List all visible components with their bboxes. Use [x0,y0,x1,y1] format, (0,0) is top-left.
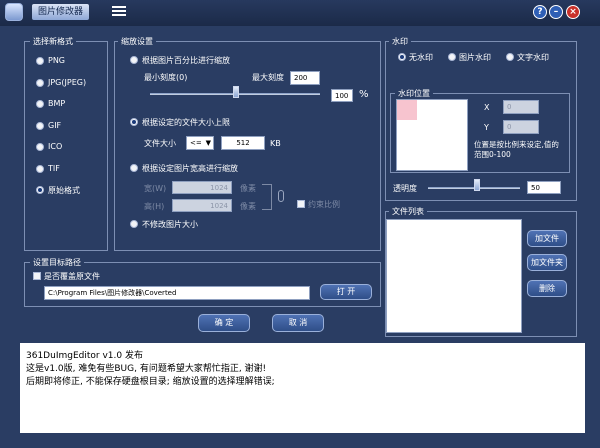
scale-percent-label: 根据图片百分比进行缩放 [142,56,230,65]
window-title: 图片修改器 [32,4,90,20]
filesize-input[interactable]: 512 [221,136,265,150]
scale-section-title: 缩放设置 [118,36,156,47]
format-option-label: GIF [48,120,62,130]
transparency-label: 透明度 [393,184,417,193]
filelist-section-title: 文件列表 [389,206,427,217]
filesize-label: 文件大小 [144,139,176,148]
transparency-slider-thumb[interactable] [474,179,480,191]
open-button[interactable]: 打 开 [320,284,372,300]
close-icon[interactable]: × [566,5,580,19]
target-path-input[interactable]: C:\Program Files\图片修改器\Coverted [44,286,310,300]
max-scale-input[interactable]: 200 [290,71,320,85]
log-line: 361DuImgEditor v1.0 发布 [26,351,143,361]
menu-icon[interactable] [112,6,126,18]
watermark-radio[interactable] [448,53,456,61]
percent-input[interactable]: 100 [331,89,353,102]
height-label: 高(H) [144,202,165,211]
wm-y-input[interactable]: 0 [503,120,539,134]
filesize-unit: KB [270,139,281,148]
min-scale-label: 最小刻度(0) [144,73,188,82]
format-radio[interactable] [36,57,44,65]
format-option-label: ICO [48,142,63,151]
add-folder-button[interactable]: 加文件夹 [527,254,567,271]
ok-button[interactable]: 确 定 [198,314,250,332]
watermark-option-label: 无水印 [409,53,433,62]
scale-size-radio[interactable] [130,118,138,126]
minimize-icon[interactable]: – [549,5,563,19]
width-label: 宽(W) [144,184,167,193]
wm-position-title: 水印位置 [395,88,433,99]
format-option-label: 原始格式 [48,186,80,195]
link-icon [278,190,284,202]
wm-position-marker [397,100,417,120]
wm-y-label: Y [484,123,489,132]
keep-ratio-checkbox[interactable] [297,200,305,208]
width-unit: 像素 [240,184,256,193]
watermark-radio[interactable] [506,53,514,61]
watermark-radio[interactable] [398,53,406,61]
title-bar [0,0,600,26]
file-list[interactable] [386,219,522,333]
wm-position-note: 位置是按比例来设定,值的范围0-100 [474,140,559,159]
max-scale-label: 最大刻度 [252,73,284,82]
keep-ratio-label: 约束比例 [308,200,340,209]
format-radio[interactable] [36,186,44,194]
format-option-label: PNG [48,56,66,65]
format-radio[interactable] [36,78,44,87]
app-icon [5,3,23,21]
delete-button[interactable]: 删除 [527,280,567,297]
overwrite-checkbox[interactable] [33,272,41,280]
format-radio[interactable] [36,164,44,173]
help-icon[interactable]: ? [533,5,547,19]
filesize-operator-value: <= [190,139,202,147]
format-radio[interactable] [36,143,44,151]
scale-none-label: 不修改图片大小 [142,220,198,229]
format-option-label: BMP [48,99,66,108]
overwrite-label: 是否覆盖原文件 [44,272,100,281]
scale-none-radio[interactable] [130,220,138,228]
format-option-label: JPG(JPEG) [48,77,87,87]
log-line: 这是v1.0版, 难免有些BUG, 有问题希望大家帮忙指正, 谢谢! [26,364,267,374]
wm-x-input[interactable]: 0 [503,100,539,114]
watermark-section-title: 水印 [389,36,411,47]
wm-x-label: X [484,103,490,112]
transparency-input[interactable]: 50 [527,181,561,194]
width-input[interactable]: 1024 [172,181,232,194]
add-file-button[interactable]: 加文件 [527,230,567,247]
ratio-bracket [262,184,272,210]
scale-wh-label: 根据设定图片宽高进行缩放 [142,164,238,173]
scale-wh-radio[interactable] [130,164,138,172]
log-panel: 361DuImgEditor v1.0 发布 这是v1.0版, 难免有些BUG,… [20,343,585,433]
format-radio[interactable] [36,100,44,108]
scale-slider-thumb[interactable] [233,86,239,98]
target-section-title: 设置目标路径 [30,257,84,268]
height-input[interactable]: 1024 [172,199,232,212]
watermark-option-label: 图片水印 [459,53,491,62]
log-line: 后期即将修正, 不能保存硬盘根目录; 缩放设置的选择理解错误; [26,377,275,387]
scale-percent-radio[interactable] [130,56,138,64]
watermark-option-label: 文字水印 [517,53,549,62]
chevron-down-icon: ▼ [205,139,211,147]
percent-unit: % [359,89,369,100]
scale-size-label: 根据设定的文件大小上限 [142,118,230,127]
cancel-button[interactable]: 取 消 [272,314,324,332]
format-radio[interactable] [36,121,44,130]
height-unit: 像素 [240,202,256,211]
filesize-operator-select[interactable]: <= ▼ [186,136,214,150]
format-option-label: TIF [48,163,60,173]
format-section-title: 选择新格式 [30,36,76,47]
